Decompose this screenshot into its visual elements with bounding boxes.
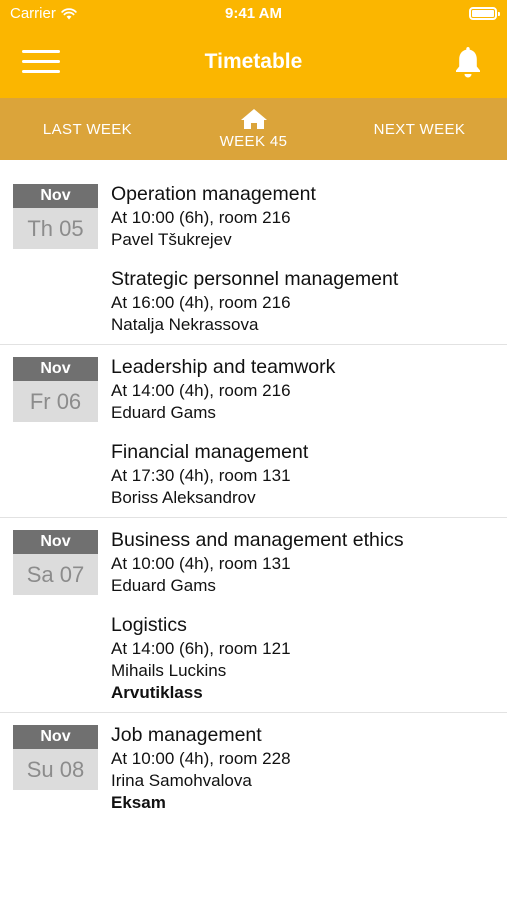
date-badge: Nov Su 08 <box>13 725 98 790</box>
lesson-name: Business and management ethics <box>111 529 404 551</box>
lesson-item[interactable]: Logistics At 14:00 (6h), room 121 Mihail… <box>111 613 499 704</box>
day-section: Nov Th 05 Operation management At 10:00 … <box>0 160 507 345</box>
last-week-button[interactable]: LAST WEEK <box>0 98 175 160</box>
lesson-teacher: Pavel Tšukrejev <box>111 230 232 249</box>
date-month: Nov <box>13 357 98 381</box>
lesson-name: Job management <box>111 724 262 746</box>
lesson-list: Leadership and teamwork At 14:00 (4h), r… <box>111 355 499 525</box>
lesson-teacher: Boriss Aleksandrov <box>111 488 256 507</box>
lesson-time-room: At 10:00 (4h), room 131 <box>111 554 291 573</box>
lesson-name: Operation management <box>111 183 316 205</box>
lesson-name: Financial management <box>111 441 309 463</box>
lesson-item[interactable]: Operation management At 10:00 (6h), room… <box>111 182 499 251</box>
bell-icon[interactable] <box>451 44 485 80</box>
lesson-teacher: Irina Samohvalova <box>111 771 252 790</box>
status-time: 9:41 AM <box>225 5 282 22</box>
next-week-button[interactable]: NEXT WEEK <box>332 98 507 160</box>
lesson-teacher: Eduard Gams <box>111 576 216 595</box>
week-navigation: LAST WEEK WEEK 45 NEXT WEEK <box>0 98 507 160</box>
lesson-teacher: Mihails Luckins <box>111 661 227 680</box>
battery-icon <box>469 7 500 20</box>
lesson-list: Business and management ethics At 10:00 … <box>111 528 499 720</box>
lesson-time-room: At 16:00 (4h), room 216 <box>111 293 291 312</box>
lesson-time-room: At 10:00 (4h), room 228 <box>111 749 291 768</box>
date-day: Fr 06 <box>13 381 98 422</box>
date-day: Th 05 <box>13 208 98 249</box>
lesson-teacher: Eduard Gams <box>111 403 216 422</box>
lesson-name: Logistics <box>111 614 187 636</box>
day-section: Nov Fr 06 Leadership and teamwork At 14:… <box>0 345 507 518</box>
status-bar: Carrier 9:41 AM <box>0 0 507 28</box>
page-title: Timetable <box>204 50 303 73</box>
current-week-label: WEEK 45 <box>219 133 288 150</box>
lesson-tag: Eksam <box>111 793 166 812</box>
lesson-list: Job management At 10:00 (4h), room 228 I… <box>111 723 499 830</box>
date-month: Nov <box>13 530 98 554</box>
lesson-name: Strategic personnel management <box>111 268 399 290</box>
lesson-name: Leadership and teamwork <box>111 356 336 378</box>
lesson-time-room: At 14:00 (6h), room 121 <box>111 639 291 658</box>
timetable-list: Nov Th 05 Operation management At 10:00 … <box>0 160 507 833</box>
date-day: Su 08 <box>13 749 98 790</box>
lesson-time-room: At 14:00 (4h), room 216 <box>111 381 291 400</box>
navigation-bar: Timetable <box>0 28 507 98</box>
home-icon <box>240 109 267 129</box>
day-section: Nov Su 08 Job management At 10:00 (4h), … <box>0 713 507 833</box>
lesson-tag: Arvutiklass <box>111 683 203 702</box>
lesson-item[interactable]: Job management At 10:00 (4h), room 228 I… <box>111 723 499 814</box>
current-week-button[interactable]: WEEK 45 <box>175 98 332 160</box>
lesson-time-room: At 10:00 (6h), room 216 <box>111 208 291 227</box>
date-day: Sa 07 <box>13 554 98 595</box>
lesson-item[interactable]: Business and management ethics At 10:00 … <box>111 528 499 597</box>
lesson-item[interactable]: Leadership and teamwork At 14:00 (4h), r… <box>111 355 499 424</box>
date-badge: Nov Th 05 <box>13 184 98 249</box>
lesson-item[interactable]: Strategic personnel management At 16:00 … <box>111 267 499 336</box>
date-month: Nov <box>13 725 98 749</box>
lesson-time-room: At 17:30 (4h), room 131 <box>111 466 291 485</box>
day-section: Nov Sa 07 Business and management ethics… <box>0 518 507 713</box>
date-badge: Nov Sa 07 <box>13 530 98 595</box>
lesson-teacher: Natalja Nekrassova <box>111 315 259 334</box>
date-month: Nov <box>13 184 98 208</box>
date-badge: Nov Fr 06 <box>13 357 98 422</box>
lesson-list: Operation management At 10:00 (6h), room… <box>111 182 499 352</box>
lesson-item[interactable]: Financial management At 17:30 (4h), room… <box>111 440 499 509</box>
